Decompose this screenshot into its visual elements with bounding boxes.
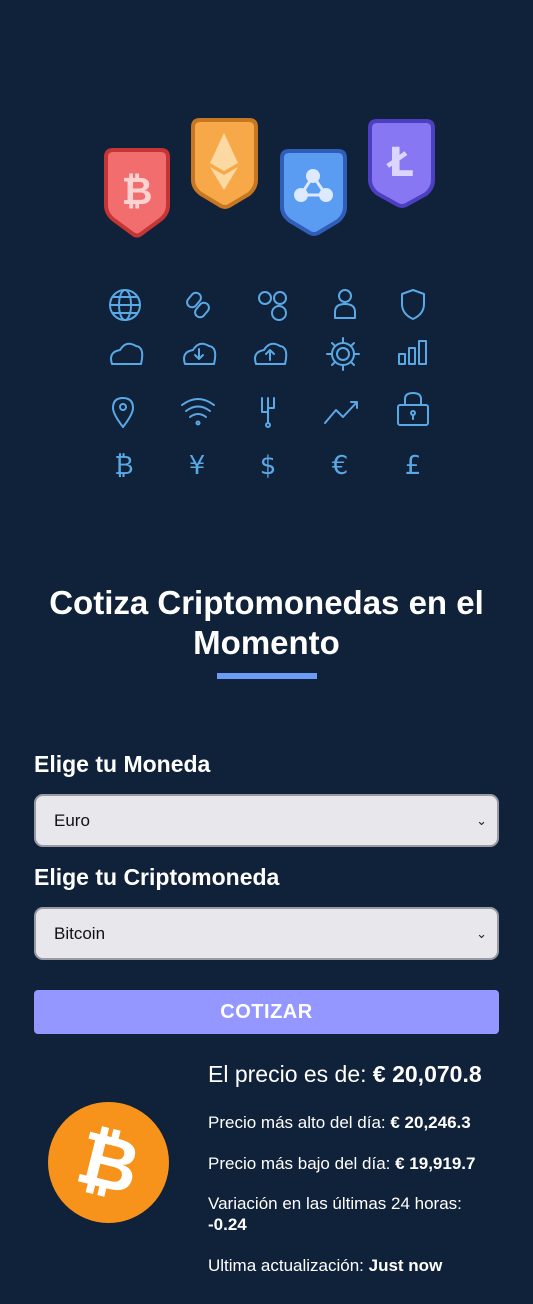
- current-price-value: € 20,070.8: [372, 1061, 482, 1087]
- shield-icon: [401, 289, 425, 320]
- high-price-label: Precio más alto del día:: [208, 1113, 391, 1132]
- bar-chart-icon: [398, 340, 427, 365]
- bitcoin-badge-icon: ₿: [104, 148, 170, 238]
- crypto-select-value: Bitcoin: [54, 924, 106, 943]
- litecoin-badge-icon: Ł: [368, 119, 435, 208]
- change-24h-label: Variación en las últimas 24 horas:: [208, 1194, 462, 1213]
- cloud-download-icon: [183, 342, 217, 365]
- last-update: Ultima actualización: Just now: [208, 1255, 508, 1276]
- trend-up-icon: [324, 401, 358, 424]
- currency-label: Elige tu Moneda: [34, 751, 211, 777]
- change-24h: Variación en las últimas 24 horas: -0.24: [208, 1193, 508, 1235]
- current-price-label: El precio es de:: [208, 1061, 373, 1087]
- crypto-select[interactable]: Bitcoin ⌄: [34, 907, 499, 960]
- crypto-label: Elige tu Criptomoneda: [34, 864, 280, 890]
- dollar-symbol-icon: $: [260, 451, 277, 481]
- high-price-value: € 20,246.3: [390, 1113, 471, 1132]
- pound-symbol-icon: £: [405, 451, 422, 481]
- cotizar-button[interactable]: COTIZAR: [34, 990, 499, 1034]
- cloud-icon: [110, 342, 144, 365]
- circuit-icon: [261, 397, 275, 428]
- chevron-down-icon: ⌄: [476, 813, 487, 828]
- euro-symbol-icon: €: [332, 451, 349, 481]
- user-icon: [334, 289, 356, 319]
- lock-icon: [397, 392, 429, 426]
- ethereum-badge-icon: [191, 118, 258, 209]
- title-underline: [217, 673, 317, 679]
- page-title: Cotiza Criptomonedas en el Momento: [49, 584, 484, 661]
- low-price-label: Precio más bajo del día:: [208, 1154, 396, 1173]
- location-pin-icon: [112, 397, 134, 428]
- svg-text:₿: ₿: [122, 169, 153, 213]
- chevron-down-icon: ⌄: [476, 926, 487, 941]
- result-panel: El precio es de: € 20,070.8: [208, 1060, 508, 1088]
- gear-icon: [326, 337, 360, 371]
- ripple-badge-icon: [280, 149, 347, 236]
- last-update-label: Ultima actualización:: [208, 1256, 369, 1275]
- network-icon: [258, 291, 287, 321]
- link-icon: [186, 291, 210, 319]
- currency-select-value: Euro: [54, 811, 90, 830]
- currency-select[interactable]: Euro ⌄: [34, 794, 499, 847]
- cloud-upload-icon: [254, 342, 288, 365]
- current-price: El precio es de: € 20,070.8: [208, 1060, 508, 1088]
- hero-illustration: ₿ Ł ₿ ¥ $ € £: [0, 0, 533, 560]
- bitcoin-symbol-icon: ₿: [114, 451, 133, 481]
- globe-icon: [109, 289, 141, 321]
- low-price: Precio más bajo del día: € 19,919.7: [208, 1153, 508, 1174]
- low-price-value: € 19,919.7: [395, 1154, 476, 1173]
- change-24h-value: -0.24: [208, 1215, 247, 1234]
- bitcoin-logo-icon: ₿: [48, 1102, 169, 1223]
- svg-text:Ł: Ł: [386, 140, 414, 186]
- wifi-icon: [181, 398, 215, 426]
- high-price: Precio más alto del día: € 20,246.3: [208, 1112, 508, 1133]
- yen-symbol-icon: ¥: [189, 451, 206, 481]
- last-update-value: Just now: [368, 1256, 443, 1275]
